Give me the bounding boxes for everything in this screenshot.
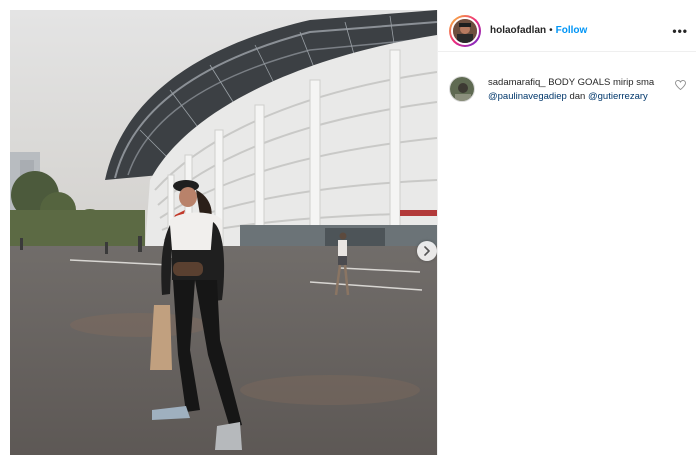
mention-link-1[interactable]: @paulinavegadiep [488,91,567,102]
author-username[interactable]: holaofadlan [490,25,546,36]
heart-icon[interactable] [675,80,686,90]
separator-dot: • [549,25,553,36]
comment-item: sadamarafiq_ BODY GOALS mirip sma @pauli… [449,76,689,103]
instagram-post-frame: holaofadlan • Follow ••• sadamarafiq_ BO… [0,0,700,465]
author-avatar-image [453,18,477,43]
comment-body-2: dan [569,90,586,102]
post-side-panel: holaofadlan • Follow ••• sadamarafiq_ BO… [437,10,696,455]
more-options-icon[interactable]: ••• [672,24,688,38]
comment-text: sadamarafiq_ BODY GOALS mirip sma @pauli… [488,76,658,103]
commenter-username[interactable]: sadamarafiq_ [488,77,546,88]
mention-link-2[interactable]: @gutierrezary [588,91,648,102]
post-photo[interactable] [10,10,437,455]
next-photo-button[interactable] [417,241,437,261]
commenter-avatar-image [450,77,474,101]
post-header: holaofadlan • Follow ••• [438,10,696,52]
author-avatar[interactable] [449,14,481,47]
follow-button[interactable]: Follow [556,25,588,36]
stadium-photo-illustration [10,10,437,455]
chevron-right-icon [424,246,430,256]
comment-body-1: BODY GOALS mirip sma [548,77,655,88]
commenter-avatar[interactable] [449,76,475,102]
